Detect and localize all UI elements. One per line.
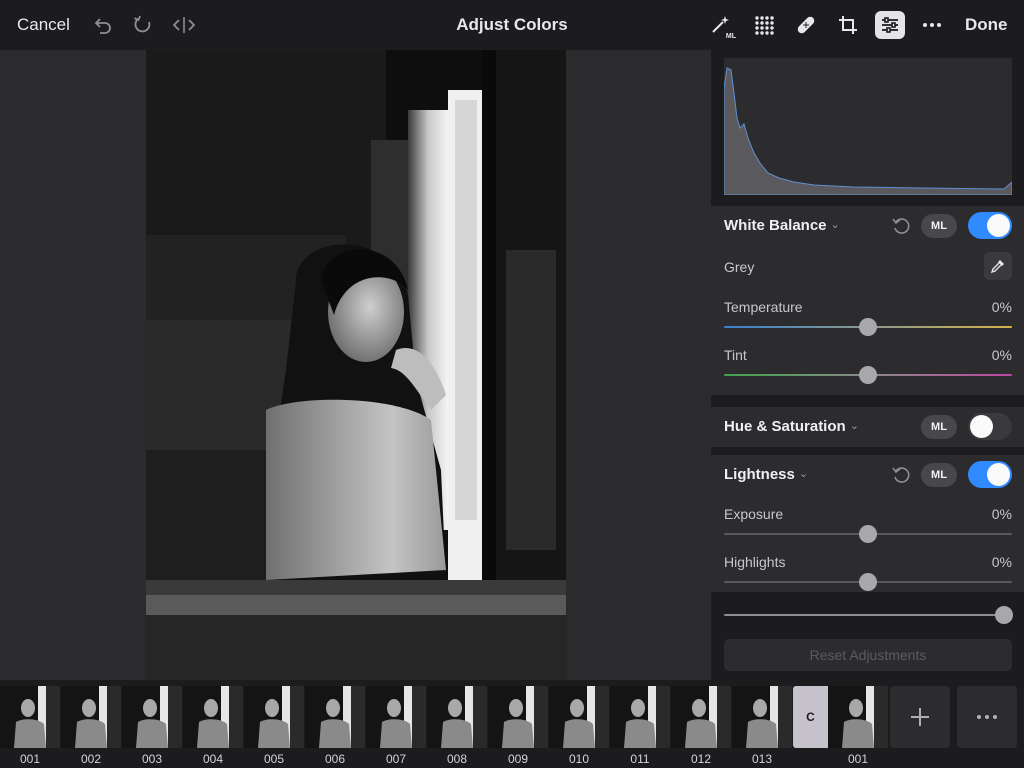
thumbnail-label: 013 bbox=[751, 752, 773, 766]
filmstrip-more-button[interactable] bbox=[957, 686, 1017, 748]
thumbnail-label: 003 bbox=[141, 752, 163, 766]
temperature-label: Temperature bbox=[724, 299, 803, 315]
eyedropper-icon[interactable] bbox=[984, 252, 1012, 280]
adjustment-intensity-slider[interactable] bbox=[724, 606, 1013, 624]
filmstrip-thumbnail[interactable] bbox=[61, 686, 121, 748]
filmstrip-thumbnail[interactable] bbox=[610, 686, 670, 748]
filmstrip-thumbnail[interactable] bbox=[549, 686, 609, 748]
thumbnail-label: 006 bbox=[324, 752, 346, 766]
white-balance-title[interactable]: White Balance ⌄ bbox=[724, 217, 840, 234]
tint-slider[interactable] bbox=[724, 366, 1012, 384]
thumbnail-label: 001 bbox=[19, 752, 41, 766]
copy-adjustments-tile[interactable]: C bbox=[793, 686, 828, 748]
lightness-toggle[interactable] bbox=[968, 461, 1012, 488]
slider-thumb[interactable] bbox=[859, 525, 877, 543]
ml-button[interactable]: ML bbox=[921, 463, 957, 487]
thumbnail-label: 008 bbox=[446, 752, 468, 766]
lightness-header: Lightness ⌄ ML bbox=[724, 455, 1014, 495]
filmstrip-thumbnail[interactable] bbox=[427, 686, 487, 748]
tint-value: 0% bbox=[991, 347, 1012, 363]
tint-label: Tint bbox=[724, 347, 747, 363]
filmstrip: C 001 001 002 003 004 005 006 007 008 009 010 011 0… bbox=[0, 680, 1024, 768]
hue-saturation-section: Hue & Saturation ⌄ ML bbox=[711, 407, 1024, 447]
filmstrip-thumbnail[interactable] bbox=[183, 686, 243, 748]
photo-preview[interactable] bbox=[146, 50, 566, 680]
exposure-label: Exposure bbox=[724, 506, 784, 522]
hue-saturation-title[interactable]: Hue & Saturation ⌄ bbox=[724, 418, 859, 435]
thumbnail-label: 002 bbox=[80, 752, 102, 766]
copy-thumbnail[interactable] bbox=[828, 686, 888, 748]
thumbnail-label: 007 bbox=[385, 752, 407, 766]
highlights-slider[interactable] bbox=[724, 573, 1012, 591]
chevron-down-icon: ⌄ bbox=[798, 468, 809, 480]
reset-icon[interactable] bbox=[891, 215, 913, 237]
slider-thumb[interactable] bbox=[995, 606, 1013, 624]
exposure-slider[interactable] bbox=[724, 525, 1012, 543]
temperature-value: 0% bbox=[991, 299, 1012, 315]
thumbnail-label: 004 bbox=[202, 752, 224, 766]
highlights-value: 0% bbox=[991, 554, 1012, 570]
add-photo-button[interactable] bbox=[890, 686, 950, 748]
hue-saturation-toggle[interactable] bbox=[968, 413, 1012, 440]
done-button[interactable]: Done bbox=[965, 15, 1008, 35]
filmstrip-thumbnail[interactable] bbox=[122, 686, 182, 748]
reset-icon[interactable] bbox=[891, 464, 913, 486]
chevron-down-icon: ⌄ bbox=[849, 420, 859, 432]
filmstrip-thumbnail[interactable] bbox=[732, 686, 792, 748]
highlights-label: Highlights bbox=[724, 554, 786, 570]
ml-wand-icon[interactable]: ML bbox=[708, 12, 736, 40]
adjust-sliders-icon[interactable] bbox=[875, 11, 905, 39]
slider-thumb[interactable] bbox=[859, 318, 877, 336]
filmstrip-thumbnail[interactable] bbox=[366, 686, 426, 748]
slider-thumb[interactable] bbox=[859, 573, 877, 591]
compare-icon[interactable] bbox=[171, 12, 197, 38]
filmstrip-thumbnail[interactable] bbox=[244, 686, 304, 748]
redo-icon[interactable] bbox=[130, 12, 156, 38]
thumbnail-label: 001 bbox=[847, 752, 869, 766]
cancel-button[interactable]: Cancel bbox=[17, 15, 70, 35]
grey-label: Grey bbox=[724, 259, 755, 275]
plus-icon bbox=[911, 708, 929, 726]
temperature-slider[interactable] bbox=[724, 318, 1012, 336]
reset-adjustments-button[interactable]: Reset Adjustments bbox=[724, 639, 1012, 671]
white-balance-toggle[interactable] bbox=[968, 212, 1012, 239]
photo-canvas[interactable] bbox=[0, 50, 711, 680]
ml-button[interactable]: ML bbox=[921, 415, 957, 439]
lightness-section: Lightness ⌄ ML Exposure 0% Highlights 0% bbox=[711, 455, 1024, 592]
crop-icon[interactable] bbox=[835, 12, 861, 38]
hue-saturation-header: Hue & Saturation ⌄ ML bbox=[724, 407, 1014, 447]
white-balance-header: White Balance ⌄ ML bbox=[724, 206, 1014, 246]
thumbnail-label: 005 bbox=[263, 752, 285, 766]
thumbnail-label: 009 bbox=[507, 752, 529, 766]
thumbnail-label: 011 bbox=[630, 752, 650, 766]
undo-icon[interactable] bbox=[89, 12, 115, 38]
exposure-value: 0% bbox=[991, 506, 1012, 522]
adjustments-panel: White Balance ⌄ ML Grey Temperature 0% Ti… bbox=[711, 50, 1024, 680]
filmstrip-thumbnail[interactable] bbox=[305, 686, 365, 748]
filmstrip-thumbnail[interactable] bbox=[671, 686, 731, 748]
presets-grid-icon[interactable] bbox=[751, 12, 777, 38]
heal-bandage-icon[interactable] bbox=[793, 12, 819, 38]
thumbnail-label: 012 bbox=[690, 752, 712, 766]
ml-button[interactable]: ML bbox=[921, 214, 957, 238]
thumbnail-label: 010 bbox=[568, 752, 590, 766]
chevron-down-icon: ⌄ bbox=[830, 219, 840, 231]
filmstrip-thumbnail[interactable] bbox=[0, 686, 60, 748]
more-icon bbox=[977, 715, 997, 719]
slider-thumb[interactable] bbox=[859, 366, 877, 384]
lightness-title[interactable]: Lightness ⌄ bbox=[724, 466, 808, 483]
filmstrip-thumbnail[interactable] bbox=[488, 686, 548, 748]
more-icon[interactable] bbox=[919, 12, 945, 38]
top-toolbar: Cancel Adjust Colors ML Done bbox=[0, 0, 1024, 50]
white-balance-section: White Balance ⌄ ML Grey Temperature 0% Ti… bbox=[711, 206, 1024, 395]
histogram bbox=[723, 58, 1013, 196]
